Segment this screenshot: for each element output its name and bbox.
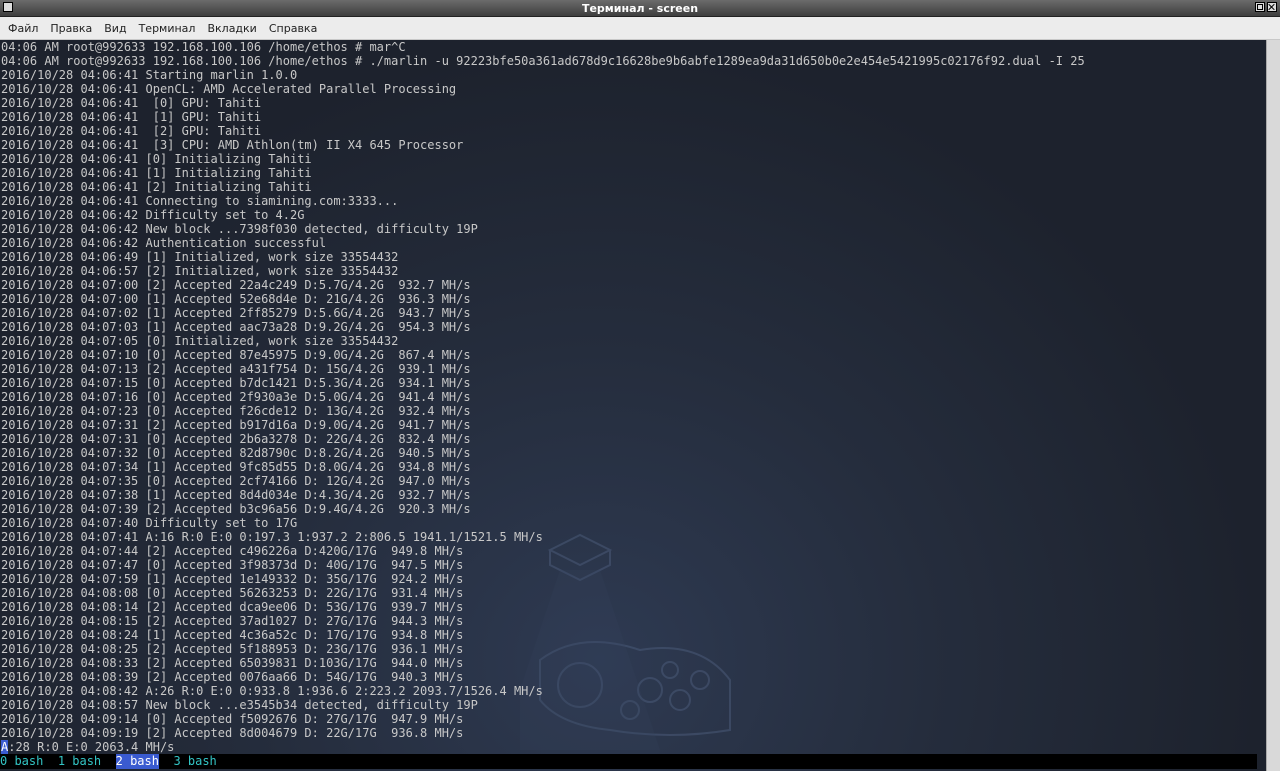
terminal-line: 04:06 AM root@992633 192.168.100.106 /ho… bbox=[1, 40, 406, 54]
terminal-line: 2016/10/28 04:06:41 [2] Initializing Tah… bbox=[1, 180, 312, 194]
terminal-area[interactable]: 04:06 AM root@992633 192.168.100.106 /ho… bbox=[0, 40, 1266, 771]
menu-edit[interactable]: Правка bbox=[44, 22, 98, 35]
screen-tab[interactable]: 0 bash bbox=[0, 754, 43, 769]
menu-help[interactable]: Справка bbox=[263, 22, 323, 35]
terminal-line: 2016/10/28 04:07:13 [2] Accepted a431f75… bbox=[1, 362, 471, 376]
terminal-line: 2016/10/28 04:09:14 [0] Accepted f509267… bbox=[1, 712, 464, 726]
terminal-line: 2016/10/28 04:07:00 [2] Accepted 22a4c24… bbox=[1, 278, 471, 292]
terminal-line: 2016/10/28 04:06:41 Starting marlin 1.0.… bbox=[1, 68, 298, 82]
status-text: :28 R:0 E:0 2063.4 MH/s bbox=[8, 740, 175, 754]
terminal-line: 2016/10/28 04:08:24 [1] Accepted 4c36a52… bbox=[1, 628, 464, 642]
terminal-line: 2016/10/28 04:08:25 [2] Accepted 5f18895… bbox=[1, 642, 464, 656]
terminal-line: 2016/10/28 04:06:42 Authentication succe… bbox=[1, 236, 327, 250]
terminal-line: 2016/10/28 04:07:03 [1] Accepted aac73a2… bbox=[1, 320, 471, 334]
terminal-line: 2016/10/28 04:07:23 [0] Accepted f26cde1… bbox=[1, 404, 471, 418]
menu-tabs[interactable]: Вкладки bbox=[201, 22, 262, 35]
terminal-line: 2016/10/28 04:07:05 [0] Initialized, wor… bbox=[1, 334, 399, 348]
terminal-line: 2016/10/28 04:07:10 [0] Accepted 87e4597… bbox=[1, 348, 471, 362]
maximize-icon[interactable] bbox=[1255, 2, 1265, 12]
terminal-line: 2016/10/28 04:08:15 [2] Accepted 37ad102… bbox=[1, 614, 464, 628]
terminal-line: 2016/10/28 04:07:59 [1] Accepted 1e14933… bbox=[1, 572, 464, 586]
terminal-line: 2016/10/28 04:07:31 [2] Accepted b917d16… bbox=[1, 418, 471, 432]
screen-tab[interactable]: 1 bash bbox=[58, 754, 101, 769]
terminal-line: 2016/10/28 04:09:19 [2] Accepted 8d00467… bbox=[1, 726, 464, 740]
terminal-line: 2016/10/28 04:06:57 [2] Initialized, wor… bbox=[1, 264, 399, 278]
terminal-line: 2016/10/28 04:08:33 [2] Accepted 6503983… bbox=[1, 656, 464, 670]
terminal-line: 2016/10/28 04:06:42 Difficulty set to 4.… bbox=[1, 208, 305, 222]
terminal-line: 2016/10/28 04:07:31 [0] Accepted 2b6a327… bbox=[1, 432, 471, 446]
terminal-line: 2016/10/28 04:07:38 [1] Accepted 8d4d034… bbox=[1, 488, 471, 502]
window-titlebar[interactable]: Терминал - screen bbox=[0, 0, 1280, 17]
terminal-line: 2016/10/28 04:07:00 [1] Accepted 52e68d4… bbox=[1, 292, 471, 306]
terminal-line: 2016/10/28 04:07:35 [0] Accepted 2cf7416… bbox=[1, 474, 471, 488]
terminal-line: 2016/10/28 04:06:41 [1] Initializing Tah… bbox=[1, 166, 312, 180]
terminal-line: 2016/10/28 04:06:41 Connecting to siamin… bbox=[1, 194, 399, 208]
window-title: Терминал - screen bbox=[581, 1, 699, 15]
close-icon[interactable] bbox=[1267, 2, 1277, 12]
terminal-line: 2016/10/28 04:08:39 [2] Accepted 0076aa6… bbox=[1, 670, 464, 684]
terminal-line: 2016/10/28 04:06:41 [2] GPU: Tahiti bbox=[1, 124, 262, 138]
terminal-line: 2016/10/28 04:07:15 [0] Accepted b7dc142… bbox=[1, 376, 471, 390]
terminal-line: 2016/10/28 04:07:02 [1] Accepted 2ff8527… bbox=[1, 306, 471, 320]
terminal-line: 2016/10/28 04:06:41 OpenCL: AMD Accelera… bbox=[1, 82, 457, 96]
screen-tab-bar: 0 bash 1 bash 2 bash 3 bash bbox=[0, 754, 1257, 769]
menu-terminal[interactable]: Терминал bbox=[133, 22, 202, 35]
terminal-line: 2016/10/28 04:07:34 [1] Accepted 9fc85d5… bbox=[1, 460, 471, 474]
menu-file[interactable]: Файл bbox=[2, 22, 44, 35]
terminal-line: 2016/10/28 04:08:08 [0] Accepted 5626325… bbox=[1, 586, 464, 600]
terminal-line: 04:06 AM root@992633 192.168.100.106 /ho… bbox=[1, 54, 1085, 68]
terminal-line: 2016/10/28 04:06:41 [0] GPU: Tahiti bbox=[1, 96, 262, 110]
terminal-line: 2016/10/28 04:08:14 [2] Accepted dca9ee0… bbox=[1, 600, 464, 614]
terminal-line: 2016/10/28 04:08:57 New block ...e3545b3… bbox=[1, 698, 478, 712]
terminal-line: 2016/10/28 04:07:32 [0] Accepted 82d8790… bbox=[1, 446, 471, 460]
terminal-line: 2016/10/28 04:06:41 [0] Initializing Tah… bbox=[1, 152, 312, 166]
menu-bar: Файл Правка Вид Терминал Вкладки Справка bbox=[0, 17, 1280, 40]
status-line: A:28 R:0 E:0 2063.4 MH/s bbox=[1, 740, 174, 754]
terminal-output: 04:06 AM root@992633 192.168.100.106 /ho… bbox=[1, 40, 1085, 740]
terminal-line: 2016/10/28 04:08:42 A:26 R:0 E:0 0:933.8… bbox=[1, 684, 543, 698]
terminal-line: 2016/10/28 04:07:44 [2] Accepted c496226… bbox=[1, 544, 464, 558]
screen-tab[interactable]: 2 bash bbox=[115, 754, 159, 769]
terminal-line: 2016/10/28 04:06:49 [1] Initialized, wor… bbox=[1, 250, 399, 264]
terminal-line: 2016/10/28 04:06:41 [3] CPU: AMD Athlon(… bbox=[1, 138, 464, 152]
terminal-line: 2016/10/28 04:07:41 A:16 R:0 E:0 0:197.3… bbox=[1, 530, 543, 544]
terminal-line: 2016/10/28 04:06:42 New block ...7398f03… bbox=[1, 222, 478, 236]
screen-tab[interactable]: 3 bash bbox=[173, 754, 216, 769]
terminal-line: 2016/10/28 04:07:47 [0] Accepted 3f98373… bbox=[1, 558, 464, 572]
terminal-line: 2016/10/28 04:07:39 [2] Accepted b3c96a5… bbox=[1, 502, 471, 516]
scrollbar[interactable] bbox=[1266, 40, 1280, 771]
terminal-line: 2016/10/28 04:07:40 Difficulty set to 17… bbox=[1, 516, 298, 530]
terminal-line: 2016/10/28 04:06:41 [1] GPU: Tahiti bbox=[1, 110, 262, 124]
menu-view[interactable]: Вид bbox=[98, 22, 132, 35]
terminal-line: 2016/10/28 04:07:16 [0] Accepted 2f930a3… bbox=[1, 390, 471, 404]
window-menu-icon[interactable] bbox=[3, 2, 13, 12]
